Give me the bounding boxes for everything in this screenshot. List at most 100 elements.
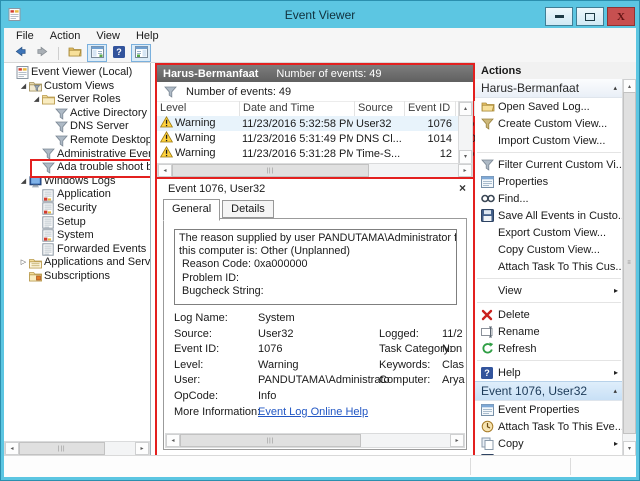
action-item-filter-current-custom-vi[interactable]: Filter Current Custom Vi... bbox=[475, 156, 623, 173]
events-horizontal-scrollbar[interactable]: ◂ ||| ▸ bbox=[157, 163, 473, 178]
event-log-online-help-link[interactable]: Event Log Online Help bbox=[258, 406, 406, 418]
expander-expanded-icon[interactable]: ◢ bbox=[18, 175, 29, 189]
back-button[interactable] bbox=[10, 44, 30, 62]
expander-expanded-icon[interactable]: ◢ bbox=[31, 93, 42, 107]
events-list-panel-annotated: Harus-Bermanfaat Number of events: 49 Nu… bbox=[155, 63, 475, 180]
scrollbar-thumb[interactable]: ||| bbox=[19, 442, 105, 455]
action-item-rename[interactable]: Rename bbox=[475, 323, 623, 340]
action-item-properties[interactable]: Properties bbox=[475, 173, 623, 190]
actions-vertical-scrollbar[interactable]: ▴ ≡ ▾ bbox=[622, 79, 636, 456]
action-item-refresh[interactable]: Refresh bbox=[475, 340, 623, 357]
tree-item-application[interactable]: Application bbox=[4, 188, 150, 202]
tree-item-dns-server[interactable]: DNS Server bbox=[4, 120, 150, 134]
action-item-export-custom-view[interactable]: Export Custom View... bbox=[475, 224, 623, 241]
action-item-event-properties[interactable]: Event Properties bbox=[475, 401, 623, 418]
field-value: Non bbox=[442, 343, 463, 356]
tree-item-label: Remote Desktop Serv bbox=[70, 133, 150, 146]
tree-item-applications-and-services-lo[interactable]: ▷ Applications and Services Lo bbox=[4, 256, 150, 270]
warning-icon bbox=[159, 116, 175, 131]
events-filter-bar: Number of events: 49 bbox=[157, 82, 473, 102]
maximize-button[interactable] bbox=[576, 7, 604, 26]
expander-collapsed-icon[interactable]: ▷ bbox=[18, 256, 29, 270]
action-item-help[interactable]: ? Help ▸ bbox=[475, 364, 623, 381]
tree-item-server-roles[interactable]: ◢ Server Roles bbox=[4, 93, 150, 107]
column-header-level[interactable]: Level bbox=[157, 101, 240, 116]
action-item-delete[interactable]: Delete bbox=[475, 306, 623, 323]
minimize-button[interactable] bbox=[545, 7, 573, 26]
scroll-right-icon[interactable]: ▸ bbox=[450, 434, 464, 447]
tree-item-forwarded-events[interactable]: Forwarded Events bbox=[4, 243, 150, 257]
collapse-section-icon[interactable]: ▴ bbox=[613, 387, 617, 395]
event-row[interactable]: Warning 11/23/2016 5:31:49 PM DNS Cl... 101… bbox=[157, 131, 475, 146]
close-button[interactable]: X bbox=[607, 7, 635, 26]
detail-field-row: Level: Warning Keywords: Clas bbox=[164, 359, 466, 375]
action-item-label: Attach Task To This Eve... bbox=[498, 420, 623, 433]
action-item-attach-task-to-this-eve[interactable]: Attach Task To This Eve... bbox=[475, 418, 623, 435]
event-id-cell: 1076 bbox=[427, 117, 452, 130]
show-console-tree-toggle[interactable] bbox=[87, 44, 107, 62]
scroll-up-icon[interactable]: ▴ bbox=[459, 102, 472, 116]
expander-expanded-icon[interactable]: ◢ bbox=[18, 80, 29, 94]
actions-separator bbox=[475, 275, 623, 282]
tree-item-system[interactable]: System bbox=[4, 229, 150, 243]
action-item-import-custom-view[interactable]: Import Custom View... bbox=[475, 132, 623, 149]
tree-item-subscriptions[interactable]: Subscriptions bbox=[4, 270, 150, 284]
menu-item-action[interactable]: Action bbox=[42, 29, 89, 43]
scroll-left-icon[interactable]: ◂ bbox=[166, 434, 180, 447]
tree-horizontal-scrollbar[interactable]: ◂ ||| ▸ bbox=[4, 441, 150, 456]
tab-details[interactable]: Details bbox=[222, 200, 274, 218]
description-line: Problem ID: bbox=[179, 271, 239, 284]
column-header-event-id[interactable]: Event ID bbox=[405, 101, 456, 116]
action-item-copy-custom-view[interactable]: Copy Custom View... bbox=[475, 241, 623, 258]
scrollbar-thumb[interactable]: ||| bbox=[180, 434, 361, 447]
tree-item-security[interactable]: Security bbox=[4, 202, 150, 216]
tree-item-remote-desktop-serv[interactable]: Remote Desktop Serv bbox=[4, 134, 150, 148]
event-row[interactable]: Warning11/23/2016 5:31:28 PMTime-S...12N… bbox=[157, 146, 474, 161]
event-viewer-icon bbox=[16, 66, 31, 80]
tree-item-setup[interactable]: Setup bbox=[4, 216, 150, 230]
help-button[interactable]: ? bbox=[109, 44, 129, 62]
action-item-find[interactable]: Find... bbox=[475, 190, 623, 207]
column-header-date-and-time[interactable]: Date and Time bbox=[240, 101, 355, 116]
action-item-copy[interactable]: Copy ▸ bbox=[475, 435, 623, 452]
action-item-create-custom-view[interactable]: Create Custom View... bbox=[475, 115, 623, 132]
menu-item-help[interactable]: Help bbox=[128, 29, 167, 43]
menu-item-view[interactable]: View bbox=[88, 29, 128, 43]
tree-item-event-viewer-local[interactable]: Event Viewer (Local) bbox=[4, 66, 150, 80]
show-action-pane-toggle[interactable] bbox=[131, 44, 151, 62]
scrollbar-thumb[interactable]: ≡ bbox=[623, 92, 636, 434]
scrollbar-track[interactable] bbox=[361, 434, 450, 447]
collapse-section-icon[interactable]: ▴ bbox=[613, 84, 617, 92]
title-bar[interactable]: Event Viewer X bbox=[4, 3, 636, 28]
scroll-left-icon[interactable]: ◂ bbox=[158, 164, 172, 177]
description-line: The reason supplied by user PANDUTAMA\Ad… bbox=[179, 232, 457, 244]
detail-horizontal-scrollbar[interactable]: ◂ ||| ▸ bbox=[165, 433, 465, 448]
action-item-view[interactable]: View ▸ bbox=[475, 282, 623, 299]
column-header-source[interactable]: Source bbox=[355, 101, 405, 116]
scroll-down-icon[interactable]: ▾ bbox=[623, 441, 636, 456]
field-value: 11/2 bbox=[442, 327, 463, 340]
scroll-left-icon[interactable]: ◂ bbox=[5, 442, 19, 455]
action-item-attach-task-to-this-cus[interactable]: Attach Task To This Cus... bbox=[475, 258, 623, 275]
events-vertical-scrollbar[interactable]: ▴ ▾ bbox=[458, 101, 473, 165]
scrollbar-thumb[interactable]: ||| bbox=[172, 164, 369, 177]
tree-item-active-directory-dom[interactable]: Active Directory Dom bbox=[4, 107, 150, 121]
actions-section-header-harus-bermanfaat[interactable]: Harus-Bermanfaat ▴ bbox=[475, 79, 623, 98]
actions-section-header-event-1076-user32[interactable]: Event 1076, User32 ▴ bbox=[475, 381, 623, 401]
console-tree-panel: Event Viewer (Local) ◢ Custom Views ◢ Server… bbox=[4, 63, 151, 456]
event-row[interactable]: Warning11/23/2016 5:32:58 PMUser321076No bbox=[157, 116, 474, 131]
scroll-right-icon[interactable]: ▸ bbox=[135, 442, 149, 455]
scroll-down-icon[interactable]: ▾ bbox=[459, 150, 472, 164]
menu-item-file[interactable]: File bbox=[8, 29, 42, 43]
tree-item-custom-views[interactable]: ◢ Custom Views bbox=[4, 80, 150, 94]
action-item-save-all-events-in-custo[interactable]: Save All Events in Custo... bbox=[475, 207, 623, 224]
scrollbar-track[interactable] bbox=[105, 442, 135, 455]
detail-field-row: Source: User32 Logged: 11/2 bbox=[164, 328, 466, 344]
tab-general[interactable]: General bbox=[163, 199, 221, 221]
open-log-button[interactable] bbox=[65, 44, 85, 62]
action-item-open-saved-log[interactable]: Open Saved Log... bbox=[475, 98, 623, 115]
scroll-right-icon[interactable]: ▸ bbox=[458, 164, 472, 177]
scrollbar-track[interactable] bbox=[369, 164, 458, 177]
close-detail-icon[interactable]: × bbox=[459, 181, 466, 195]
forward-button[interactable] bbox=[32, 44, 52, 62]
